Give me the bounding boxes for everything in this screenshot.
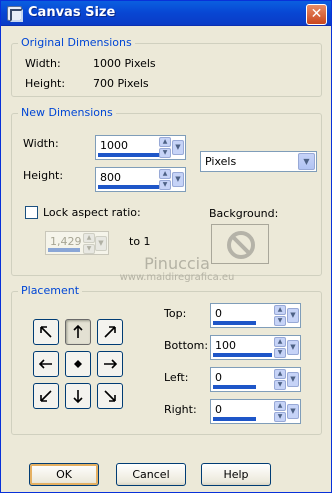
no-sign-icon — [227, 231, 255, 259]
height-value[interactable]: 800 — [100, 171, 121, 184]
spin-down-icon[interactable]: ▼ — [159, 148, 171, 158]
placement-bottom-left-button[interactable] — [33, 383, 59, 409]
spin-down-icon[interactable]: ▼ — [274, 316, 286, 326]
width-spinbox[interactable]: 1000 ▲ ▼ ▼ — [95, 135, 186, 160]
bottom-spinbox[interactable]: 100 ▲ ▼ ▼ — [210, 335, 301, 360]
diamond-icon — [74, 360, 82, 368]
new-height-label: Height: — [23, 169, 64, 182]
left-value[interactable]: 0 — [215, 371, 222, 384]
bottom-value[interactable]: 100 — [215, 339, 236, 352]
spin-up-icon[interactable]: ▲ — [159, 137, 171, 147]
original-width-label: Width: — [25, 57, 61, 70]
background-label: Background: — [209, 207, 279, 220]
left-dropdown-icon[interactable]: ▼ — [287, 372, 299, 387]
arrow-right-icon — [104, 359, 118, 369]
original-height-value: 700 Pixels — [93, 77, 149, 90]
aspect-ratio-level-bar — [48, 248, 80, 252]
bottom-spin-buttons[interactable]: ▲ ▼ — [274, 337, 286, 358]
top-dropdown-icon[interactable]: ▼ — [287, 308, 299, 323]
title-bar[interactable]: Canvas Size ✕ — [1, 1, 331, 26]
placement-middle-left-button[interactable] — [33, 351, 59, 377]
bottom-label: Bottom: — [164, 339, 209, 352]
left-level-bar — [213, 385, 256, 389]
arrow-down-left-icon — [40, 390, 52, 402]
lock-aspect-ratio-checkbox[interactable] — [25, 206, 38, 219]
spin-down-icon[interactable]: ▼ — [159, 180, 171, 190]
new-dimensions-title: New Dimensions — [18, 106, 116, 119]
units-select[interactable]: Pixels ▼ — [200, 151, 317, 172]
height-dropdown-icon[interactable]: ▼ — [172, 172, 184, 187]
arrow-up-right-icon — [104, 326, 116, 338]
new-width-label: Width: — [23, 137, 59, 150]
right-label: Right: — [164, 403, 197, 416]
spin-down-icon[interactable]: ▼ — [274, 412, 286, 422]
aspect-ratio-dropdown-icon[interactable]: ▼ — [95, 236, 107, 251]
units-value[interactable]: Pixels — [205, 155, 236, 168]
right-dropdown-icon[interactable]: ▼ — [287, 404, 299, 419]
bottom-dropdown-icon[interactable]: ▼ — [287, 340, 299, 355]
top-level-bar — [213, 321, 256, 325]
spin-up-icon[interactable]: ▲ — [274, 401, 286, 411]
aspect-ratio-spin-buttons[interactable]: ▲ ▼ — [83, 233, 95, 254]
placement-title: Placement — [18, 284, 83, 297]
top-spinbox[interactable]: 0 ▲ ▼ ▼ — [210, 303, 301, 328]
height-level-bar — [98, 185, 159, 189]
spin-down-icon[interactable]: ▼ — [83, 244, 95, 254]
spin-down-icon[interactable]: ▼ — [274, 348, 286, 358]
right-level-bar — [213, 417, 256, 421]
spin-up-icon[interactable]: ▲ — [274, 337, 286, 347]
height-spin-buttons[interactable]: ▲ ▼ — [159, 169, 171, 190]
background-swatch[interactable] — [211, 224, 269, 264]
ok-button[interactable]: OK — [29, 463, 99, 486]
width-level-bar — [98, 153, 162, 157]
arrow-left-icon — [38, 359, 52, 369]
left-spinbox[interactable]: 0 ▲ ▼ ▼ — [210, 367, 301, 392]
placement-bottom-center-button[interactable] — [65, 383, 91, 409]
placement-bottom-right-button[interactable] — [97, 383, 123, 409]
help-button[interactable]: Help — [201, 463, 271, 486]
left-label: Left: — [164, 371, 189, 384]
placement-center-button[interactable] — [65, 351, 91, 377]
right-value[interactable]: 0 — [215, 403, 222, 416]
left-spin-buttons[interactable]: ▲ ▼ — [274, 369, 286, 390]
cancel-button[interactable]: Cancel — [116, 463, 186, 486]
original-height-label: Height: — [25, 77, 66, 90]
aspect-ratio-value[interactable]: 1,429 — [50, 235, 82, 248]
aspect-ratio-spinbox[interactable]: 1,429 ▲ ▼ ▼ — [45, 231, 109, 255]
aspect-ratio-suffix: to 1 — [129, 235, 151, 248]
chevron-down-icon[interactable]: ▼ — [298, 153, 315, 170]
placement-top-left-button[interactable] — [33, 319, 59, 345]
canvas-size-dialog: Canvas Size ✕ Original Dimensions Width:… — [0, 0, 332, 493]
bottom-level-bar — [213, 353, 272, 357]
top-value[interactable]: 0 — [215, 307, 222, 320]
spin-up-icon[interactable]: ▲ — [159, 169, 171, 179]
arrow-up-icon — [73, 324, 83, 338]
right-spin-buttons[interactable]: ▲ ▼ — [274, 401, 286, 422]
original-width-value: 1000 Pixels — [93, 57, 156, 70]
spin-up-icon[interactable]: ▲ — [274, 305, 286, 315]
canvas-size-icon — [7, 6, 23, 22]
arrow-down-icon — [73, 390, 83, 404]
height-spinbox[interactable]: 800 ▲ ▼ ▼ — [95, 167, 186, 192]
spin-up-icon[interactable]: ▲ — [83, 233, 95, 243]
lock-aspect-ratio-label[interactable]: Lock aspect ratio: — [43, 206, 141, 219]
width-value[interactable]: 1000 — [100, 139, 128, 152]
top-label: Top: — [164, 307, 187, 320]
right-spinbox[interactable]: 0 ▲ ▼ ▼ — [210, 399, 301, 424]
placement-middle-right-button[interactable] — [97, 351, 123, 377]
placement-top-right-button[interactable] — [97, 319, 123, 345]
arrow-down-right-icon — [104, 390, 116, 402]
original-dimensions-title: Original Dimensions — [18, 36, 135, 49]
spin-up-icon[interactable]: ▲ — [274, 369, 286, 379]
top-spin-buttons[interactable]: ▲ ▼ — [274, 305, 286, 326]
width-dropdown-icon[interactable]: ▼ — [172, 140, 184, 155]
dialog-title: Canvas Size — [28, 5, 116, 20]
spin-down-icon[interactable]: ▼ — [274, 380, 286, 390]
arrow-up-left-icon — [40, 326, 52, 338]
placement-top-center-button[interactable] — [65, 319, 91, 345]
width-spin-buttons[interactable]: ▲ ▼ — [159, 137, 171, 158]
close-button[interactable]: ✕ — [306, 4, 327, 25]
